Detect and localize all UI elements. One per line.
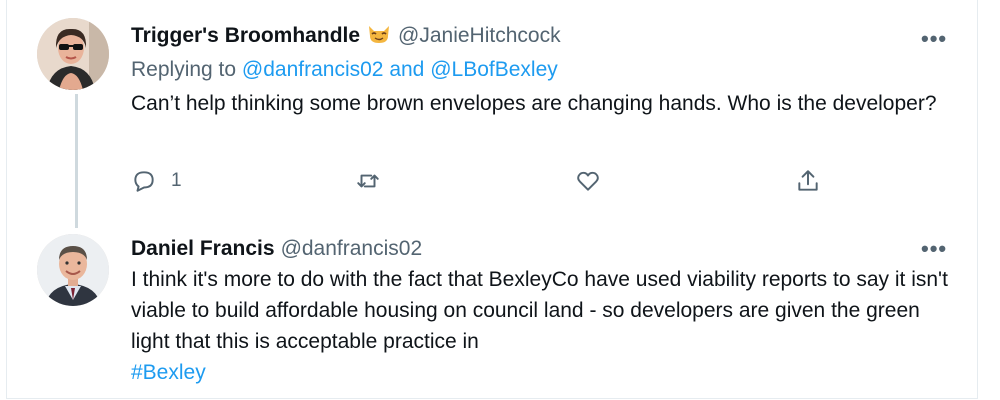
hashtag-link[interactable]: #Bexley	[131, 361, 206, 384]
author-handle[interactable]: @JanieHitchcock	[398, 24, 561, 47]
retweet-button[interactable]	[355, 168, 381, 194]
share-button[interactable]	[795, 168, 821, 194]
retweet-icon	[357, 174, 379, 188]
tweet-header: Daniel Francis @danfrancis02	[131, 237, 422, 261]
more-options-icon[interactable]: •••	[921, 238, 947, 260]
mention-link[interactable]: @LBofBexley	[430, 58, 558, 81]
tweet-janie[interactable]: Trigger's Broomhandle @JanieHitchcock •••…	[7, 0, 977, 228]
reply-count: 1	[171, 170, 182, 191]
reply-button[interactable]: 1	[131, 168, 182, 194]
avatar[interactable]	[37, 234, 109, 306]
share-icon	[798, 170, 818, 191]
tweet-header: Trigger's Broomhandle @JanieHitchcock	[131, 23, 561, 48]
avatar[interactable]	[37, 18, 109, 90]
woman-avatar-icon	[37, 18, 109, 90]
cat-face-emoji-icon	[366, 23, 392, 45]
author-handle[interactable]: @danfrancis02	[281, 237, 423, 260]
tweet-text: I think it's more to do with the fact th…	[131, 264, 956, 388]
tweet-daniel[interactable]: Daniel Francis @danfrancis02 ••• I think …	[7, 228, 977, 398]
replying-to-label: Replying to	[131, 58, 237, 81]
thread-line	[75, 94, 78, 228]
mention-and[interactable]: and	[389, 58, 424, 81]
tweet-actions: 1	[131, 168, 831, 198]
replying-to-line: Replying to @danfrancis02 and @LBofBexle…	[131, 58, 558, 82]
like-button[interactable]	[575, 168, 601, 194]
man-avatar-icon	[37, 234, 109, 306]
heart-icon	[577, 171, 599, 191]
more-options-icon[interactable]: •••	[921, 28, 947, 50]
tweet-text-content: I think it's more to do with the fact th…	[131, 268, 948, 353]
mention-link[interactable]: @danfrancis02	[242, 58, 384, 81]
author-name[interactable]: Trigger's Broomhandle	[131, 24, 360, 47]
tweet-text: Can’t help thinking some brown envelopes…	[131, 92, 937, 115]
author-name[interactable]: Daniel Francis	[131, 237, 275, 260]
tweet-thread: Trigger's Broomhandle @JanieHitchcock •••…	[6, 0, 978, 399]
reply-icon	[134, 171, 154, 192]
